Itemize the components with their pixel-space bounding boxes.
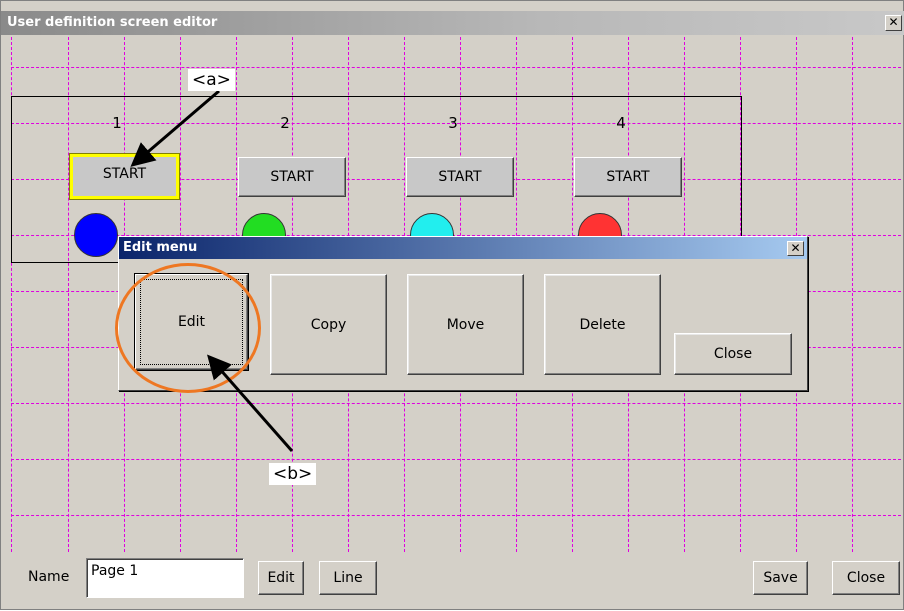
arrow-b	[207, 354, 294, 452]
callout-b: <b>	[269, 463, 317, 485]
annotation-arrows	[130, 89, 294, 452]
callout-a: <a>	[188, 69, 235, 91]
close-button[interactable]: Close	[832, 561, 900, 595]
arrow-a	[130, 89, 220, 167]
editor-window: User definition screen editor ✕ 1 2 3 4	[0, 0, 904, 610]
save-button[interactable]: Save	[753, 561, 808, 595]
name-input[interactable]	[86, 558, 244, 598]
edit-page-button[interactable]: Edit	[258, 561, 304, 595]
line-button[interactable]: Line	[319, 561, 377, 595]
name-label: Name	[28, 569, 70, 585]
